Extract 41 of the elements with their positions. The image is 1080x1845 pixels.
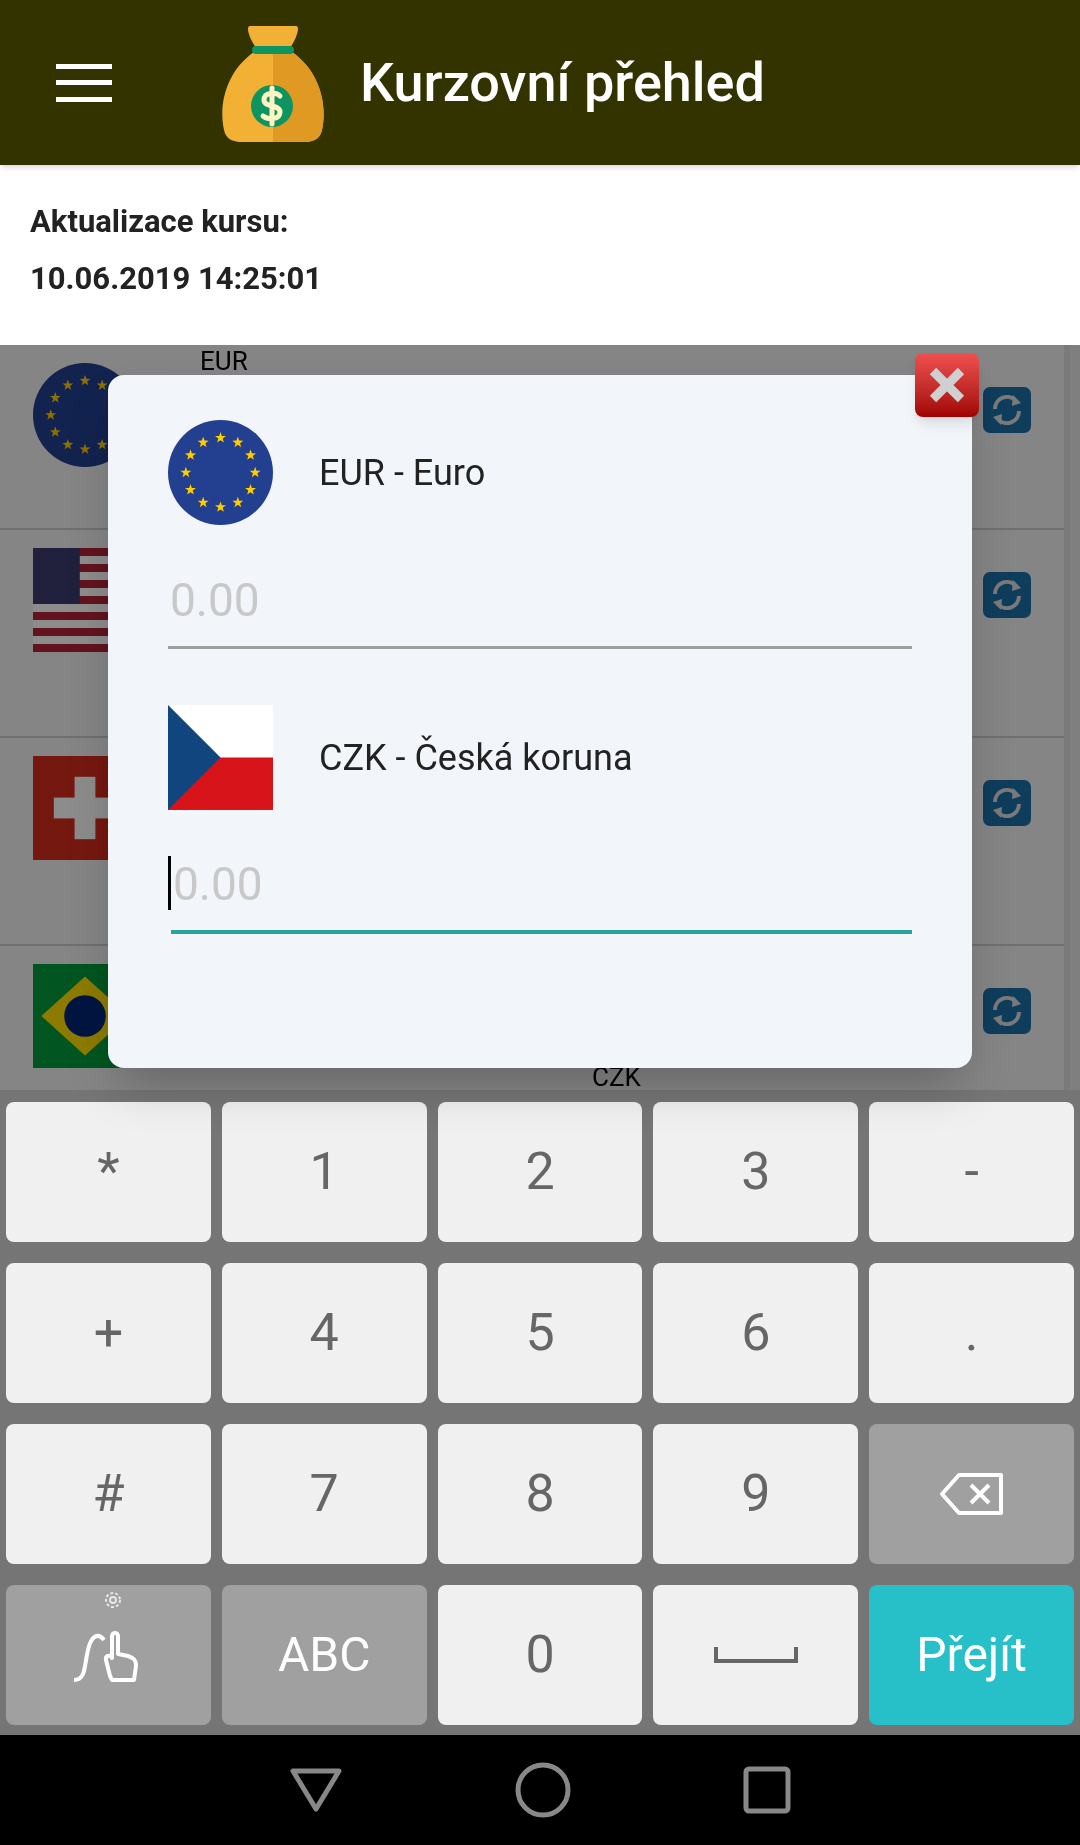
backspace-key[interactable] xyxy=(869,1424,1074,1564)
currency-name: CZK - Česká koruna xyxy=(319,734,633,781)
gesture-key[interactable] xyxy=(6,1585,211,1725)
keyboard-key[interactable]: 6 xyxy=(653,1263,859,1403)
keyboard-key[interactable]: * xyxy=(6,1102,211,1242)
keyboard-key[interactable]: . xyxy=(869,1263,1074,1403)
keyboard-key[interactable]: 9 xyxy=(653,1424,859,1564)
flag-icon xyxy=(168,705,273,810)
keyboard-key[interactable]: + xyxy=(6,1263,211,1403)
home-icon[interactable] xyxy=(515,1762,571,1818)
keyboard-key[interactable]: # xyxy=(6,1424,211,1564)
recent-apps-icon[interactable] xyxy=(743,1766,791,1814)
refresh-icon[interactable] xyxy=(983,780,1031,826)
space-icon xyxy=(713,1645,798,1665)
app-title: Kurzovní přehled xyxy=(360,50,765,116)
keyboard-key[interactable]: ABC xyxy=(221,1585,427,1725)
update-timestamp: 10.06.2019 14:25:01 xyxy=(30,258,324,299)
currency-code: EUR xyxy=(200,347,248,375)
keyboard-key[interactable]: 8 xyxy=(437,1424,643,1564)
menu-icon[interactable] xyxy=(56,63,112,102)
settings-icon xyxy=(102,1589,124,1611)
refresh-icon[interactable] xyxy=(983,572,1031,618)
refresh-icon[interactable] xyxy=(983,988,1031,1034)
keyboard-key[interactable]: - xyxy=(869,1102,1074,1242)
back-icon[interactable] xyxy=(289,1767,343,1813)
keyboard-key[interactable]: 2 xyxy=(437,1102,643,1242)
close-button[interactable] xyxy=(915,353,979,417)
refresh-icon[interactable] xyxy=(983,387,1031,433)
currency-name: EUR - Euro xyxy=(319,450,486,496)
update-label: Aktualizace kursu: xyxy=(30,202,290,242)
keyboard-key[interactable]: 0 xyxy=(437,1585,643,1725)
keyboard-key[interactable]: 1 xyxy=(221,1102,427,1242)
close-icon xyxy=(927,365,967,405)
keyboard-key[interactable]: 7 xyxy=(221,1424,427,1564)
keyboard-key[interactable]: 5 xyxy=(437,1263,643,1403)
flag-icon xyxy=(168,420,273,525)
text-cursor xyxy=(168,856,171,910)
backspace-icon xyxy=(938,1472,1005,1516)
keyboard-key[interactable]: 3 xyxy=(653,1102,859,1242)
keyboard-key[interactable]: 4 xyxy=(221,1263,427,1403)
space-key[interactable] xyxy=(653,1585,859,1725)
